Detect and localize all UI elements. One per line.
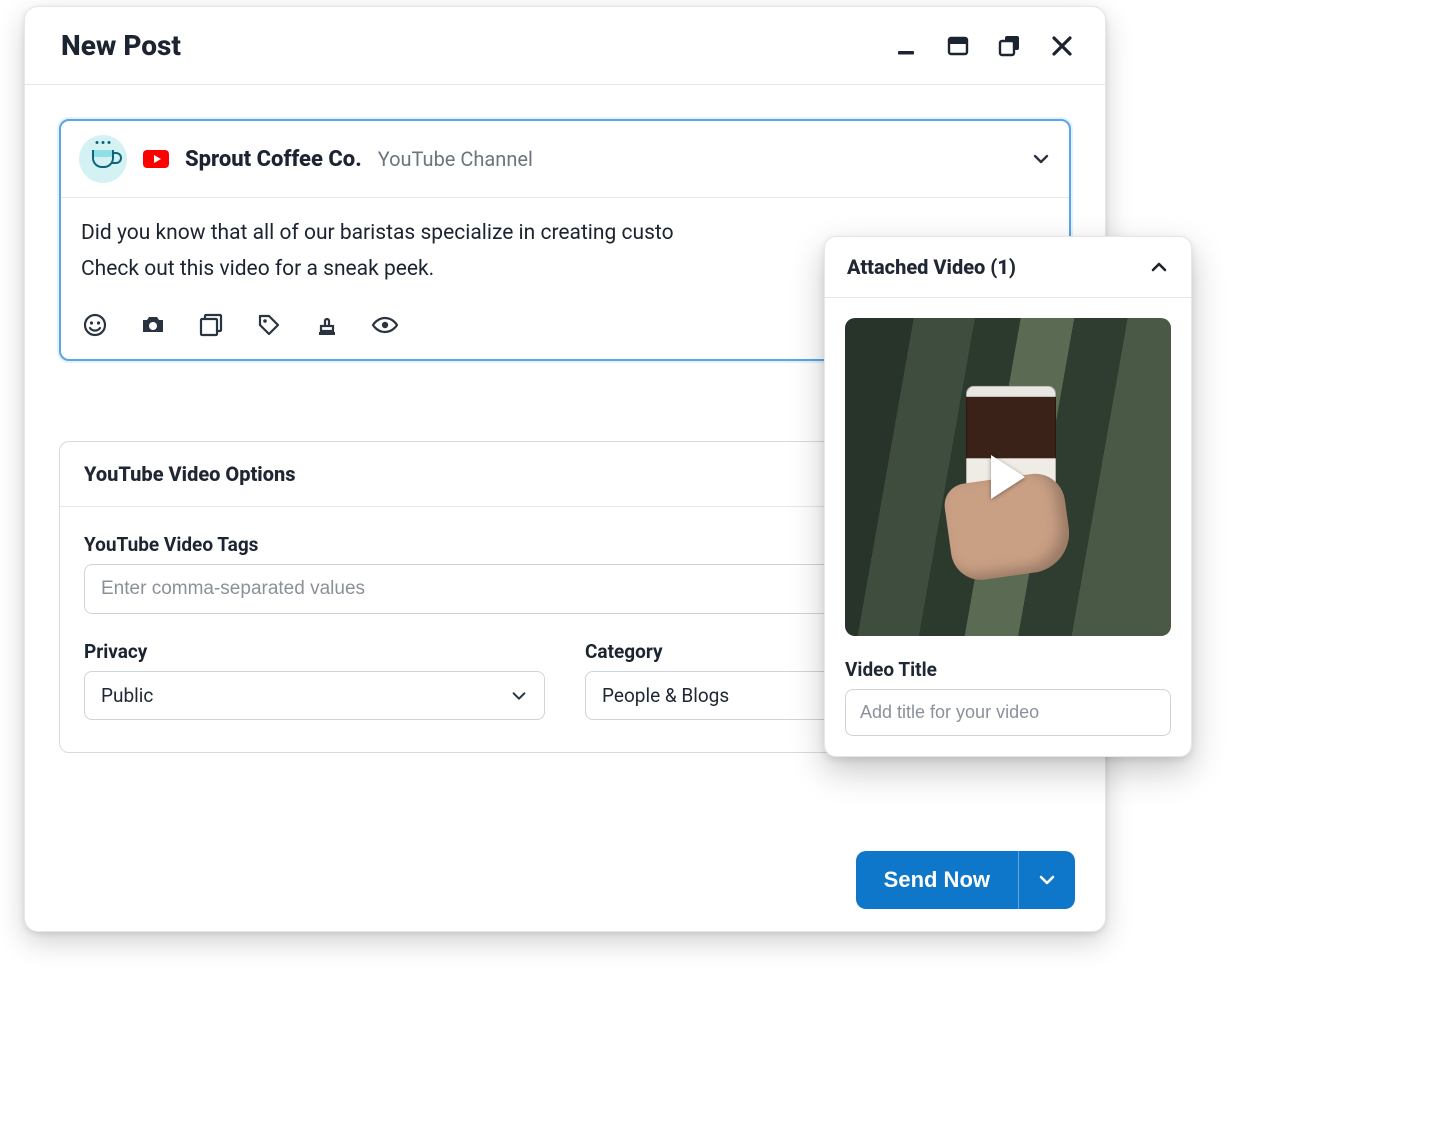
stamp-icon[interactable] — [313, 311, 341, 339]
video-title-label: Video Title — [845, 658, 1171, 681]
chevron-down-icon — [510, 687, 528, 705]
window-title: New Post — [61, 29, 181, 62]
minimize-icon[interactable] — [893, 33, 919, 59]
profile-name: Sprout Coffee Co. — [185, 147, 362, 172]
send-now-button[interactable]: Send Now — [856, 851, 1018, 909]
emoji-icon[interactable] — [81, 311, 109, 339]
footer-actions: Send Now — [856, 851, 1075, 909]
eye-icon[interactable] — [371, 311, 399, 339]
window-controls — [893, 33, 1075, 59]
chevron-down-icon — [1031, 149, 1051, 169]
send-dropdown-button[interactable] — [1018, 851, 1075, 909]
chevron-up-icon — [1149, 257, 1169, 277]
close-icon[interactable] — [1049, 33, 1075, 59]
attached-video-title: Attached Video (1) — [847, 255, 1016, 279]
maximize-icon[interactable] — [945, 33, 971, 59]
attached-video-panel: Attached Video (1) Video Title — [824, 236, 1192, 757]
category-value: People & Blogs — [602, 684, 729, 707]
profile-avatar — [79, 135, 127, 183]
youtube-icon — [143, 150, 169, 168]
tag-icon[interactable] — [255, 311, 283, 339]
profile-selector[interactable]: Sprout Coffee Co. YouTube Channel — [61, 121, 1069, 198]
privacy-value: Public — [101, 684, 153, 707]
video-thumbnail[interactable] — [845, 318, 1171, 636]
gallery-icon[interactable] — [197, 311, 225, 339]
privacy-select[interactable]: Public — [84, 671, 545, 720]
profile-subtitle: YouTube Channel — [378, 147, 533, 171]
attached-video-header[interactable]: Attached Video (1) — [825, 237, 1191, 298]
camera-icon[interactable] — [139, 311, 167, 339]
play-icon — [991, 455, 1025, 499]
privacy-label: Privacy — [84, 640, 545, 663]
restore-icon[interactable] — [997, 33, 1023, 59]
titlebar: New Post — [25, 7, 1105, 85]
attached-video-body: Video Title — [825, 298, 1191, 756]
video-title-input[interactable] — [845, 689, 1171, 736]
